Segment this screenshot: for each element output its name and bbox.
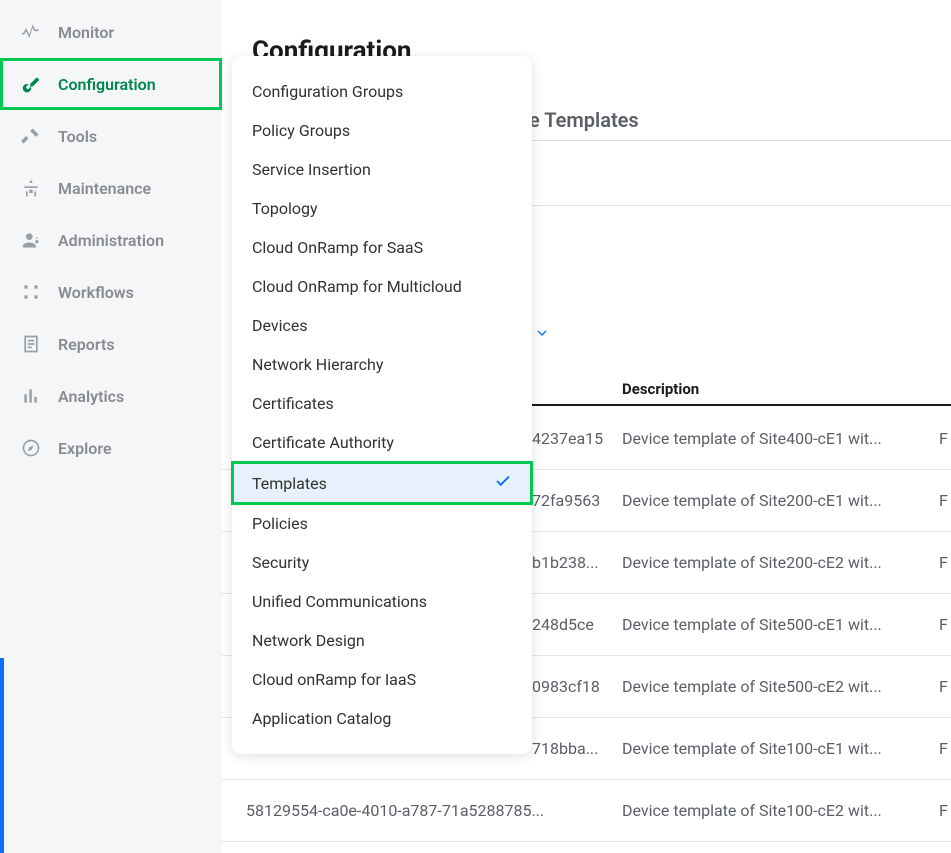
submenu-label: Configuration Groups <box>252 82 403 101</box>
submenu-item-cloud-onramp-saas[interactable]: Cloud OnRamp for SaaS <box>232 228 532 267</box>
main-content: Configuration re Templates Configuration… <box>222 0 951 853</box>
submenu-label: Service Insertion <box>252 160 371 179</box>
check-icon <box>494 472 512 494</box>
submenu-item-certificate-authority[interactable]: Certificate Authority <box>232 423 532 462</box>
sidebar-item-label: Administration <box>58 231 164 250</box>
submenu-item-service-insertion[interactable]: Service Insertion <box>232 150 532 189</box>
submenu-label: Cloud onRamp for IaaS <box>252 670 416 689</box>
cell-description: Device template of Site100-cE2 wit... <box>622 801 939 820</box>
submenu-item-policy-groups[interactable]: Policy Groups <box>232 111 532 150</box>
submenu-item-configuration-groups[interactable]: Configuration Groups <box>232 72 532 111</box>
cell-description: Device template of Site400-cE1 wit... <box>622 429 939 448</box>
cell-description: Device template of Site100-cE1 wit... <box>622 739 939 758</box>
sidebar-item-workflows[interactable]: Workflows <box>0 266 222 318</box>
submenu-item-cloud-onramp-multicloud[interactable]: Cloud OnRamp for Multicloud <box>232 267 532 306</box>
submenu-item-certificates[interactable]: Certificates <box>232 384 532 423</box>
submenu-label: Unified Communications <box>252 592 427 611</box>
sidebar-item-label: Workflows <box>58 283 134 302</box>
submenu-item-application-catalog[interactable]: Application Catalog <box>232 699 532 738</box>
table-header-divider <box>532 404 951 406</box>
column-header-description[interactable]: Description <box>622 380 699 398</box>
submenu-item-cloud-onramp-iaas[interactable]: Cloud onRamp for IaaS <box>232 660 532 699</box>
explore-icon <box>20 438 42 458</box>
sidebar-item-explore[interactable]: Explore <box>0 422 222 474</box>
submenu-label: Cloud OnRamp for SaaS <box>252 238 423 257</box>
cell-description: Device template of Site200-cE2 wit... <box>622 553 939 572</box>
sidebar-item-monitor[interactable]: Monitor <box>0 6 222 58</box>
submenu-item-unified-communications[interactable]: Unified Communications <box>232 582 532 621</box>
submenu-label: Templates <box>252 474 327 493</box>
cell-description: Device template of Site500-cE2 wit... <box>622 677 939 696</box>
submenu-label: Certificate Authority <box>252 433 394 452</box>
submenu-label: Network Design <box>252 631 365 650</box>
divider <box>532 140 951 141</box>
table-row[interactable]: 58129554-ca0e-4010-a787-71a5288785... De… <box>222 780 951 842</box>
analytics-icon <box>20 386 42 406</box>
cell-id: 58129554-ca0e-4010-a787-71a5288785... <box>246 801 622 820</box>
cell-trail: F <box>939 553 951 572</box>
reports-icon <box>20 334 42 354</box>
tab-templates-partial[interactable]: re Templates <box>522 108 639 132</box>
sidebar-item-label: Explore <box>58 439 112 458</box>
submenu-label: Application Catalog <box>252 709 391 728</box>
sidebar-item-reports[interactable]: Reports <box>0 318 222 370</box>
sidebar-item-label: Reports <box>58 335 115 354</box>
cell-trail: F <box>939 491 951 510</box>
sidebar-item-analytics[interactable]: Analytics <box>0 370 222 422</box>
submenu-label: Policies <box>252 514 308 533</box>
submenu-item-network-design[interactable]: Network Design <box>232 621 532 660</box>
administration-icon <box>20 230 42 250</box>
submenu-label: Topology <box>252 199 318 218</box>
submenu-item-security[interactable]: Security <box>232 543 532 582</box>
sidebar-item-label: Tools <box>58 127 97 146</box>
sidebar-item-label: Configuration <box>58 75 156 94</box>
submenu-label: Devices <box>252 316 308 335</box>
sidebar: Monitor Configuration Tools Maintenance … <box>0 0 222 853</box>
submenu-item-topology[interactable]: Topology <box>232 189 532 228</box>
sidebar-item-label: Analytics <box>58 387 124 406</box>
tools-icon <box>20 126 42 146</box>
chevron-down-icon[interactable] <box>534 325 550 345</box>
submenu-item-policies[interactable]: Policies <box>232 504 532 543</box>
accent-bar <box>0 658 4 853</box>
sidebar-item-administration[interactable]: Administration <box>0 214 222 266</box>
configuration-submenu: Configuration Groups Policy Groups Servi… <box>232 56 532 754</box>
submenu-label: Security <box>252 553 309 572</box>
maintenance-icon <box>20 178 42 198</box>
cell-trail: F <box>939 677 951 696</box>
workflows-icon <box>20 282 42 302</box>
divider <box>532 205 951 206</box>
monitor-icon <box>20 22 42 42</box>
submenu-label: Network Hierarchy <box>252 355 383 374</box>
cell-trail: F <box>939 429 951 448</box>
cell-description: Device template of Site200-cE1 wit... <box>622 491 939 510</box>
cell-trail: F <box>939 739 951 758</box>
sidebar-item-label: Maintenance <box>58 179 151 198</box>
sidebar-item-tools[interactable]: Tools <box>0 110 222 162</box>
configuration-icon <box>20 74 42 94</box>
submenu-label: Certificates <box>252 394 334 413</box>
submenu-item-templates[interactable]: Templates <box>232 462 532 504</box>
submenu-item-network-hierarchy[interactable]: Network Hierarchy <box>232 345 532 384</box>
sidebar-item-configuration[interactable]: Configuration <box>0 58 222 110</box>
submenu-item-devices[interactable]: Devices <box>232 306 532 345</box>
sidebar-item-label: Monitor <box>58 23 114 42</box>
submenu-label: Policy Groups <box>252 121 350 140</box>
submenu-label: Cloud OnRamp for Multicloud <box>252 277 462 296</box>
cell-trail: F <box>939 615 951 634</box>
cell-description: Device template of Site500-cE1 wit... <box>622 615 939 634</box>
cell-trail: F <box>939 801 951 820</box>
sidebar-item-maintenance[interactable]: Maintenance <box>0 162 222 214</box>
